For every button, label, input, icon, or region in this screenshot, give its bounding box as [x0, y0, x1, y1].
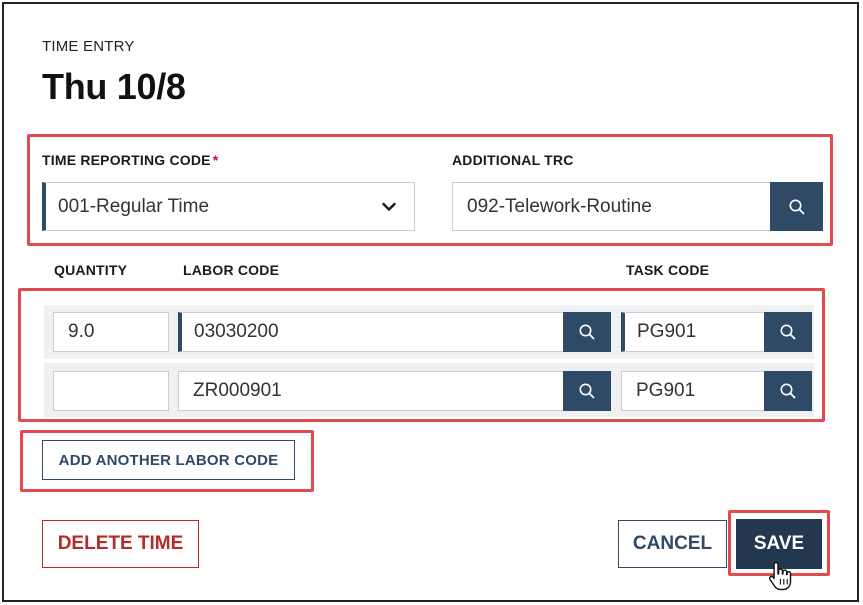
page-title: Thu 10/8	[42, 66, 186, 107]
add-labor-code-button[interactable]: ADD ANOTHER LABOR CODE	[42, 440, 295, 480]
hand-cursor-icon	[768, 561, 792, 591]
task-code-input[interactable]: PG901	[621, 371, 766, 411]
additional-trc-value: 092-Telework-Routine	[467, 195, 652, 217]
dialog-eyebrow: TIME ENTRY	[42, 38, 135, 55]
delete-time-button[interactable]: DELETE TIME	[42, 520, 199, 568]
search-icon	[789, 199, 804, 214]
labor-code-input[interactable]: 03030200	[178, 312, 564, 352]
trc-label-text: TIME REPORTING CODE	[42, 152, 211, 168]
trc-select-value: 001-Regular Time	[58, 195, 210, 217]
labor-code-header: LABOR CODE	[183, 262, 280, 278]
labor-code-search-button[interactable]	[563, 371, 611, 411]
chevron-down-icon	[382, 202, 396, 211]
task-code-value: PG901	[636, 380, 696, 401]
additional-trc-input[interactable]: 092-Telework-Routine	[452, 182, 772, 231]
search-icon	[579, 383, 595, 399]
search-icon	[780, 383, 796, 399]
additional-trc-search-button[interactable]	[770, 182, 823, 231]
labor-code-input[interactable]: ZR000901	[178, 371, 564, 411]
cancel-button[interactable]: CANCEL	[618, 520, 727, 568]
quantity-input[interactable]	[53, 371, 169, 411]
time-entry-dialog: TIME ENTRY Thu 10/8 TIME REPORTING CODE *…	[2, 2, 859, 602]
task-code-value: PG901	[637, 321, 697, 342]
required-mark: *	[212, 152, 219, 168]
task-code-search-button[interactable]	[764, 371, 812, 411]
quantity-header: QUANTITY	[54, 262, 128, 278]
search-icon	[579, 324, 595, 340]
trc-label: TIME REPORTING CODE *	[42, 152, 218, 168]
task-code-header: TASK CODE	[626, 262, 710, 278]
task-code-search-button[interactable]	[764, 312, 812, 352]
task-code-input[interactable]: PG901	[621, 312, 766, 352]
search-icon	[780, 324, 796, 340]
labor-code-value: 03030200	[194, 321, 279, 342]
quantity-input[interactable]: 9.0	[53, 312, 169, 352]
trc-select[interactable]: 001-Regular Time	[42, 182, 415, 231]
additional-trc-label: ADDITIONAL TRC	[452, 152, 574, 168]
labor-code-search-button[interactable]	[563, 312, 611, 352]
quantity-value: 9.0	[68, 321, 95, 342]
labor-code-value: ZR000901	[193, 380, 282, 401]
